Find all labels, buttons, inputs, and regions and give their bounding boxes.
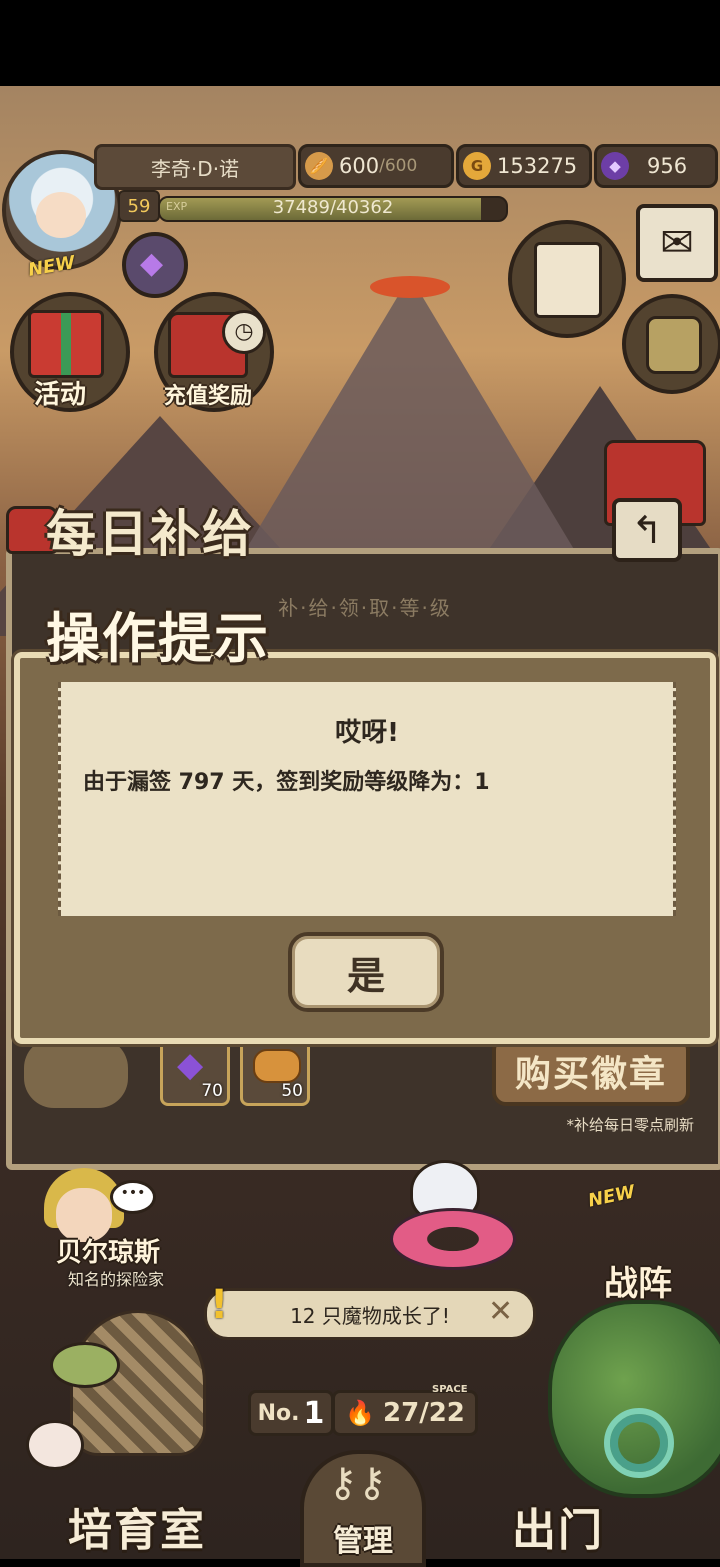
exp-value: 37489/40362 <box>272 197 394 218</box>
nav-manage[interactable]: ⚷⚷ 管理 <box>300 1450 426 1567</box>
back-button[interactable]: ↰ <box>612 498 682 562</box>
bread-icon: 🥖 <box>305 152 333 180</box>
purple-gem-icon: ◆ <box>177 1045 204 1085</box>
stamina-counter[interactable]: 🥖 600/600 <box>298 144 454 188</box>
exclamation-icon: ! <box>210 1282 229 1328</box>
gift-box-icon <box>28 310 104 378</box>
player-level: 59 <box>118 190 160 222</box>
daily-supply-title: 每日补给 <box>46 505 254 563</box>
scroll-icon <box>534 242 602 318</box>
nav-nursery[interactable]: 培育室 <box>68 1494 206 1558</box>
stamina-value: 600 <box>339 154 380 178</box>
gold-counter[interactable]: G 153275 <box>456 144 592 188</box>
notification-text: 12 只魔物成长了! <box>290 1303 450 1328</box>
gem-counter[interactable]: ◆ 956 <box>594 144 718 188</box>
quest-scroll-button[interactable] <box>508 220 626 338</box>
purple-gem-icon: ◆ <box>601 152 629 180</box>
nav-go-out[interactable]: 出门 <box>512 1494 604 1558</box>
bread-icon <box>253 1049 301 1083</box>
dialog-header: 操作提示 <box>46 607 270 670</box>
space-value: 27/22 <box>383 1398 465 1428</box>
monster-growth-notification[interactable]: 12 只魔物成长了! <box>204 1288 536 1340</box>
backpack-icon <box>646 316 702 374</box>
gold-value: 153275 <box>497 154 578 178</box>
close-icon[interactable]: ✕ <box>488 1294 513 1329</box>
reward-slot[interactable]: 50 <box>240 1038 310 1106</box>
confirm-button[interactable]: 是 <box>288 932 444 1012</box>
player-name: 李奇·D·诺 <box>94 144 296 190</box>
fire-icon: 🔥 <box>345 1399 376 1427</box>
space-counter: 🔥 27/22 <box>332 1390 478 1436</box>
speech-bubble-icon[interactable]: ••• <box>110 1180 156 1214</box>
egg-nest-icon <box>50 1342 120 1388</box>
back-arrow-icon: ↰ <box>631 508 663 552</box>
nav-manage-label: 管理 <box>333 1524 393 1559</box>
rank-prefix: No. <box>257 1400 300 1426</box>
egg-icon <box>26 1420 84 1470</box>
gem-value: 956 <box>647 154 688 178</box>
portal-swirl-icon <box>604 1408 674 1478</box>
refresh-note: *补给每日零点刷新 <box>566 1116 694 1134</box>
exp-bar: EXP 37489/40362 <box>158 196 508 222</box>
rank-badge: No. 1 <box>248 1390 334 1436</box>
operation-tip-dialog: 哎呀! 由于漏签 797 天，签到奖励等级降为：1 是 <box>14 652 716 1044</box>
gold-coin-icon: G <box>463 152 491 180</box>
recharge-reward-label: 充值奖励 <box>164 384 253 409</box>
dialog-message: 由于漏签 797 天，签到奖励等级降为：1 <box>83 770 490 795</box>
volcano-lava <box>370 276 450 298</box>
reward-quantity: 70 <box>201 1081 223 1101</box>
purple-gem-plus-icon: ◆ <box>140 246 164 281</box>
buy-badge-button[interactable]: 购买徽章 <box>492 1036 690 1106</box>
reward-quantity: 50 <box>281 1081 303 1101</box>
clock-icon: ◷ <box>222 310 266 354</box>
battle-formation-button[interactable]: 战阵 <box>604 1256 672 1305</box>
stamina-max: /600 <box>379 156 418 176</box>
npc-title: 知名的探险家 <box>68 1270 165 1289</box>
mail-button[interactable]: ✉ <box>636 204 718 282</box>
keys-icon: ⚷⚷ <box>328 1460 387 1506</box>
space-label: SPACE <box>432 1384 468 1395</box>
npc-name: 贝尔琼斯 <box>56 1238 161 1268</box>
reward-slot[interactable]: ◆ 70 <box>160 1038 230 1106</box>
dialog-paper: 哎呀! 由于漏签 797 天，签到奖励等级降为：1 <box>58 682 676 916</box>
float-ring-monster[interactable] <box>390 1208 516 1270</box>
activity-label: 活动 <box>34 380 87 410</box>
gold-pile-icon <box>24 1038 128 1108</box>
dialog-title: 哎呀! <box>335 718 399 748</box>
envelope-icon: ✉ <box>660 220 694 266</box>
gem-shop-button[interactable]: ◆ <box>122 232 188 298</box>
status-bar <box>0 0 720 86</box>
bag-button[interactable] <box>622 294 720 394</box>
rank-value: 1 <box>303 1395 325 1431</box>
